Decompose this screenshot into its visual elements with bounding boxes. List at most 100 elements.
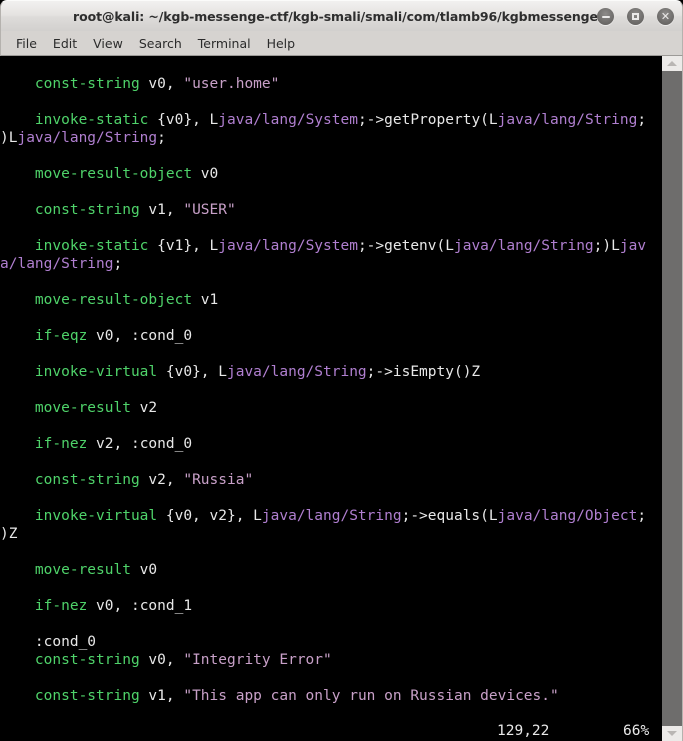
terminal-token-plain: [0, 688, 35, 704]
terminal-line: :cond_0: [0, 633, 662, 651]
terminal-token-plain: ;: [637, 508, 647, 524]
scroll-up-button[interactable]: [662, 56, 682, 71]
terminal-line: const-string v1, "USER": [0, 201, 662, 219]
terminal-token-type: java/lang/String: [497, 112, 638, 128]
terminal-token-op: const-string: [34, 202, 140, 218]
maximize-button[interactable]: [627, 8, 644, 25]
terminal-line: invoke-static {v0}, Ljava/lang/System;->…: [0, 111, 662, 129]
scrollbar-thumb[interactable]: [662, 71, 682, 726]
terminal-token-plain: ;: [157, 130, 166, 146]
terminal-line: const-string v0, "Integrity Error": [0, 651, 662, 669]
scroll-down-icon: [667, 731, 677, 736]
terminal-screen[interactable]: const-string v0, "user.home" invoke-stat…: [0, 56, 662, 741]
terminal-token-str: "user.home": [183, 76, 280, 92]
terminal-token-plain: [0, 238, 35, 254]
menu-item-help[interactable]: Help: [259, 34, 304, 53]
terminal-token-plain: v0, :cond_0: [87, 328, 193, 344]
terminal-token-plain: {v0}, L: [157, 364, 227, 380]
terminal-token-type: java/lang/System: [218, 238, 358, 254]
terminal-token-plain: [0, 598, 35, 614]
scroll-down-button[interactable]: [662, 726, 682, 741]
scrollbar-trough[interactable]: [662, 71, 682, 726]
terminal-token-type: jav: [619, 238, 647, 254]
terminal-token-op: const-string: [34, 472, 140, 488]
terminal-token-plain: [0, 508, 35, 524]
terminal-token-op: const-string: [34, 652, 140, 668]
terminal-token-plain: ;->getenv(L: [357, 238, 454, 254]
terminal-token-plain: [0, 652, 35, 668]
terminal-token-plain: v0,: [139, 76, 184, 92]
terminal-token-plain: {v0}, L: [148, 112, 219, 128]
terminal-token-plain: [0, 634, 35, 650]
terminal-token-plain: v1,: [139, 202, 184, 218]
terminal-line: if-nez v2, :cond_0: [0, 435, 662, 453]
terminal-token-plain: {v1}, L: [148, 238, 219, 254]
terminal-token-plain: [0, 328, 35, 344]
terminal-token-plain: v0,: [139, 652, 184, 668]
terminal-token-str: "This app can only run on Russian device…: [183, 688, 559, 704]
menu-item-edit[interactable]: Edit: [45, 34, 85, 53]
terminal-token-op: const-string: [34, 688, 140, 704]
terminal-token-plain: ;->isEmpty()Z: [366, 364, 481, 380]
terminal-token-plain: v2,: [139, 472, 184, 488]
status-bar: 129,22 66%: [0, 721, 662, 741]
terminal-token-op: move-result: [34, 400, 131, 416]
terminal-line: const-string v1, "This app can only run …: [0, 687, 662, 705]
close-button[interactable]: ✕: [657, 8, 674, 25]
terminal-token-op: move-result: [34, 562, 131, 578]
terminal-token-plain: [0, 202, 35, 218]
close-icon: ✕: [660, 10, 671, 23]
terminal-line: if-eqz v0, :cond_0: [0, 327, 662, 345]
menu-item-view[interactable]: View: [85, 34, 131, 53]
terminal-token-op: invoke-virtual: [34, 508, 158, 524]
terminal-token-plain: [0, 436, 35, 452]
menu-item-file[interactable]: File: [8, 34, 45, 53]
terminal-token-plain: ;->equals(L: [401, 508, 498, 524]
terminal-line: move-result-object v1: [0, 291, 662, 309]
terminal-token-plain: v0: [130, 562, 158, 578]
terminal-token-op: invoke-static: [34, 112, 149, 128]
terminal-token-plain: [0, 364, 35, 380]
terminal-token-op: if-eqz: [34, 328, 88, 344]
terminal-token-plain: [0, 166, 35, 182]
terminal-line: if-nez v0, :cond_1: [0, 597, 662, 615]
terminal-token-op: if-nez: [34, 598, 88, 614]
terminal-line: a/lang/String;: [0, 255, 662, 273]
terminal-line: invoke-virtual {v0, v2}, Ljava/lang/Stri…: [0, 507, 662, 525]
terminal-token-plain: [0, 400, 35, 416]
maximize-icon: [627, 8, 644, 25]
scroll-percent: 66%: [623, 723, 650, 739]
terminal-window: root@kali: ~/kgb-messenge-ctf/kgb-smali/…: [0, 0, 683, 741]
terminal-token-type: java/lang/Object: [497, 508, 638, 524]
terminal-token-plain: [0, 112, 35, 128]
terminal-token-type: java/lang/String: [226, 364, 367, 380]
cursor-position: 129,22: [497, 723, 550, 739]
terminal-token-plain: [0, 76, 35, 92]
terminal-token-op: move-result-object: [34, 166, 193, 182]
terminal-line: )Ljava/lang/String;: [0, 129, 662, 147]
menu-item-search[interactable]: Search: [131, 34, 190, 53]
terminal-token-plain: ;: [637, 112, 647, 128]
terminal-token-plain: v1,: [139, 688, 184, 704]
menu-item-terminal[interactable]: Terminal: [190, 34, 259, 53]
terminal-line: )Z: [0, 525, 662, 543]
terminal-token-plain: )Z: [0, 526, 18, 542]
terminal-token-op: if-nez: [34, 436, 88, 452]
terminal-token-op: invoke-virtual: [34, 364, 158, 380]
terminal-token-op: move-result-object: [34, 292, 193, 308]
terminal-token-plain: [0, 562, 35, 578]
terminal-line: const-string v0, "user.home": [0, 75, 662, 93]
vertical-scrollbar[interactable]: [662, 56, 683, 741]
minimize-button[interactable]: [597, 8, 614, 25]
title-bar[interactable]: root@kali: ~/kgb-messenge-ctf/kgb-smali/…: [0, 0, 683, 31]
